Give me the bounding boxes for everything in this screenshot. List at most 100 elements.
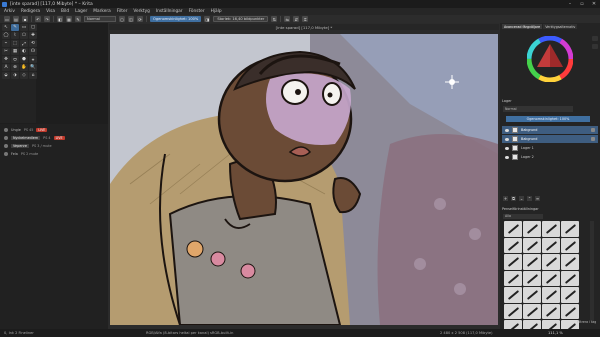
tool-button[interactable]: ◇ (20, 72, 28, 79)
menu-view[interactable]: Visa (46, 9, 55, 14)
brush-preset[interactable] (504, 221, 522, 237)
tool-button[interactable]: ◐ (20, 48, 28, 55)
brush-preset[interactable] (542, 270, 560, 286)
layer-row[interactable]: Lager 2 (502, 153, 598, 161)
brush-preset[interactable] (504, 287, 522, 303)
menu-window[interactable]: Fönster (189, 9, 205, 14)
eye-icon[interactable] (505, 137, 509, 141)
add-layer-icon[interactable]: + (503, 196, 508, 201)
menu-tools[interactable]: Verktyg (133, 9, 149, 14)
brush-tag-select[interactable]: Alla (503, 213, 543, 219)
tool-button[interactable]: ◯ (2, 32, 10, 39)
move-up-icon[interactable]: ⌃ (527, 196, 532, 201)
stream-row[interactable]: Fela PS 2 mute (4, 150, 38, 157)
brush-preset[interactable] (542, 221, 560, 237)
menu-image[interactable]: Bild (61, 9, 69, 14)
gradient-icon[interactable]: ◧ (57, 16, 63, 22)
brush-preset[interactable] (523, 237, 541, 253)
tab-tool-options[interactable]: Verktygsalternativ (543, 24, 578, 29)
brush-scrollbar[interactable] (590, 221, 594, 321)
tool-button[interactable]: ⌖ (29, 56, 37, 63)
eye-icon[interactable] (505, 155, 509, 159)
tool-button[interactable]: ⬭ (11, 56, 19, 63)
opacity-slider[interactable]: Ogenomskinlighet: 100% (150, 16, 202, 22)
tool-button[interactable]: ⬠ (20, 32, 28, 39)
eraser-icon[interactable]: ◻ (119, 16, 125, 22)
brush-preset[interactable] (561, 270, 579, 286)
layer-row[interactable]: Bakgrund (502, 135, 598, 143)
tool-button[interactable]: ⬙ (2, 72, 10, 79)
brush-preset[interactable] (523, 270, 541, 286)
tool-button[interactable]: ⬚ (11, 40, 19, 47)
layer-lock-icon[interactable] (591, 137, 595, 141)
move-down-icon[interactable]: ⌄ (519, 196, 524, 201)
tool-button[interactable]: ▭ (20, 24, 28, 31)
tool-button[interactable]: ✎ (11, 24, 19, 31)
tool-button[interactable]: ⌁ (2, 40, 10, 47)
eye-icon[interactable] (505, 128, 509, 132)
save-icon[interactable]: ▪ (22, 16, 28, 22)
wheel-settings-icon[interactable] (592, 36, 598, 41)
tool-button[interactable]: ⤢ (20, 40, 28, 47)
brush-preset[interactable] (504, 303, 522, 319)
brush-preset[interactable] (504, 270, 522, 286)
brush-preset[interactable] (542, 303, 560, 319)
undo-icon[interactable]: ↶ (35, 16, 41, 22)
menu-select[interactable]: Markera (93, 9, 111, 14)
brush-preset[interactable] (561, 303, 579, 319)
preserve-alpha-icon[interactable]: ◫ (128, 16, 134, 22)
layer-opacity-slider[interactable]: Ogenomskinlighet: 100% (506, 116, 590, 122)
brush-preset[interactable] (504, 237, 522, 253)
new-file-icon[interactable]: ▭ (4, 16, 10, 22)
brush-preset-icon[interactable]: ✎ (75, 16, 81, 22)
tool-button[interactable]: ⟲ (29, 40, 37, 47)
brush-preset[interactable] (523, 254, 541, 270)
wrap-around-icon[interactable]: ⌗ (302, 16, 309, 22)
tool-button[interactable]: ⌂ (29, 72, 37, 79)
wheel-mode-icon[interactable] (592, 44, 598, 49)
tool-button[interactable]: ✚ (29, 32, 37, 39)
tool-button[interactable]: ☊ (29, 48, 37, 55)
stream-row[interactable]: Vepenre PS 3 / mute (4, 142, 52, 149)
stream-row[interactable]: Ungie PS 45 LIVE (4, 126, 48, 133)
tool-button[interactable]: 🔍 (29, 64, 37, 71)
tab-advanced-color[interactable]: Avancerad färgväljare (502, 24, 543, 29)
color-wheel[interactable] (526, 35, 574, 83)
tool-button[interactable]: ▢ (29, 24, 37, 31)
layer-lock-icon[interactable] (591, 128, 595, 132)
layer-row[interactable]: Lager 1 (502, 144, 598, 152)
tool-button[interactable]: ✂ (2, 48, 10, 55)
brush-preset[interactable] (542, 287, 560, 303)
tool-button[interactable]: ↖ (2, 24, 10, 31)
brush-preset[interactable] (523, 287, 541, 303)
mirror-vertical-icon[interactable]: ⇵ (293, 16, 300, 22)
layer-blend-mode[interactable]: Normal (503, 106, 573, 112)
blend-mode-select[interactable]: Normal (84, 16, 116, 22)
layer-properties-icon[interactable]: ≡ (535, 196, 540, 201)
tool-button[interactable]: A (2, 64, 10, 71)
duplicate-layer-icon[interactable]: ⧉ (511, 196, 516, 201)
brush-preset[interactable] (561, 287, 579, 303)
menu-layer[interactable]: Lager (75, 9, 87, 14)
pattern-icon[interactable]: ▦ (66, 16, 72, 22)
brush-preset[interactable] (542, 254, 560, 270)
reload-preset-icon[interactable]: ⟳ (137, 16, 143, 22)
mirror-horizontal-icon[interactable]: ⇋ (284, 16, 291, 22)
menu-edit[interactable]: Redigera (21, 9, 40, 14)
brush-preset[interactable] (523, 303, 541, 319)
size-stepper-icon[interactable]: ⇅ (271, 16, 278, 22)
canvas-tab[interactable]: [inte sparad] [117,0 Mibyte] * (109, 24, 499, 30)
tool-button[interactable]: ⬗ (11, 72, 19, 79)
brush-preset[interactable] (561, 221, 579, 237)
tool-button[interactable]: ▦ (11, 48, 19, 55)
brush-preset[interactable] (561, 254, 579, 270)
filter-in-tag[interactable]: Filtrera i tag (577, 320, 596, 324)
brush-preset[interactable] (561, 237, 579, 253)
stream-row[interactable]: Nyckelmedlem PS 4 LIVE (4, 134, 65, 141)
brush-preset[interactable] (523, 221, 541, 237)
status-zoom[interactable]: 111,1 % (548, 331, 563, 335)
menu-help[interactable]: Hjälp (211, 9, 222, 14)
size-slider[interactable]: Storlek: 16,40 bildpunkter (213, 16, 269, 22)
tool-button[interactable]: ⬣ (20, 56, 28, 63)
tool-button[interactable]: ✥ (2, 56, 10, 63)
